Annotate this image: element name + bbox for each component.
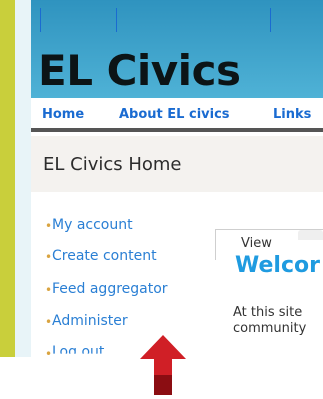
welcome-heading: Welcor (235, 253, 320, 278)
site-title[interactable]: EL Civics (38, 46, 241, 95)
sidebar-item-log-out[interactable]: Log out (52, 344, 104, 354)
nav-about-link[interactable]: About EL civics (119, 107, 230, 122)
sidebar-item-administer[interactable]: Administer (52, 313, 128, 329)
nav-home-link[interactable]: Home (42, 107, 84, 122)
nav-separator (116, 8, 117, 32)
intro-text-line-1: At this site (233, 305, 303, 320)
page-title: EL Civics Home (43, 154, 182, 175)
up-arrow-icon (138, 335, 188, 395)
left-accent-bar (0, 0, 15, 357)
left-margin-strip (15, 0, 31, 357)
tab-view[interactable]: View (241, 236, 272, 251)
sidebar-item-feed-aggregator[interactable]: Feed aggregator (52, 281, 168, 297)
nav-separator (40, 8, 41, 32)
tab-edit-partial[interactable] (298, 230, 323, 240)
intro-text-line-2: community (233, 321, 307, 336)
nav-links-link[interactable]: Links (273, 107, 311, 122)
nav-separator (270, 8, 271, 32)
sidebar-item-create-content[interactable]: Create content (52, 248, 157, 264)
bullet-icon: • (45, 347, 53, 361)
sidebar-item-my-account[interactable]: My account (52, 217, 133, 233)
